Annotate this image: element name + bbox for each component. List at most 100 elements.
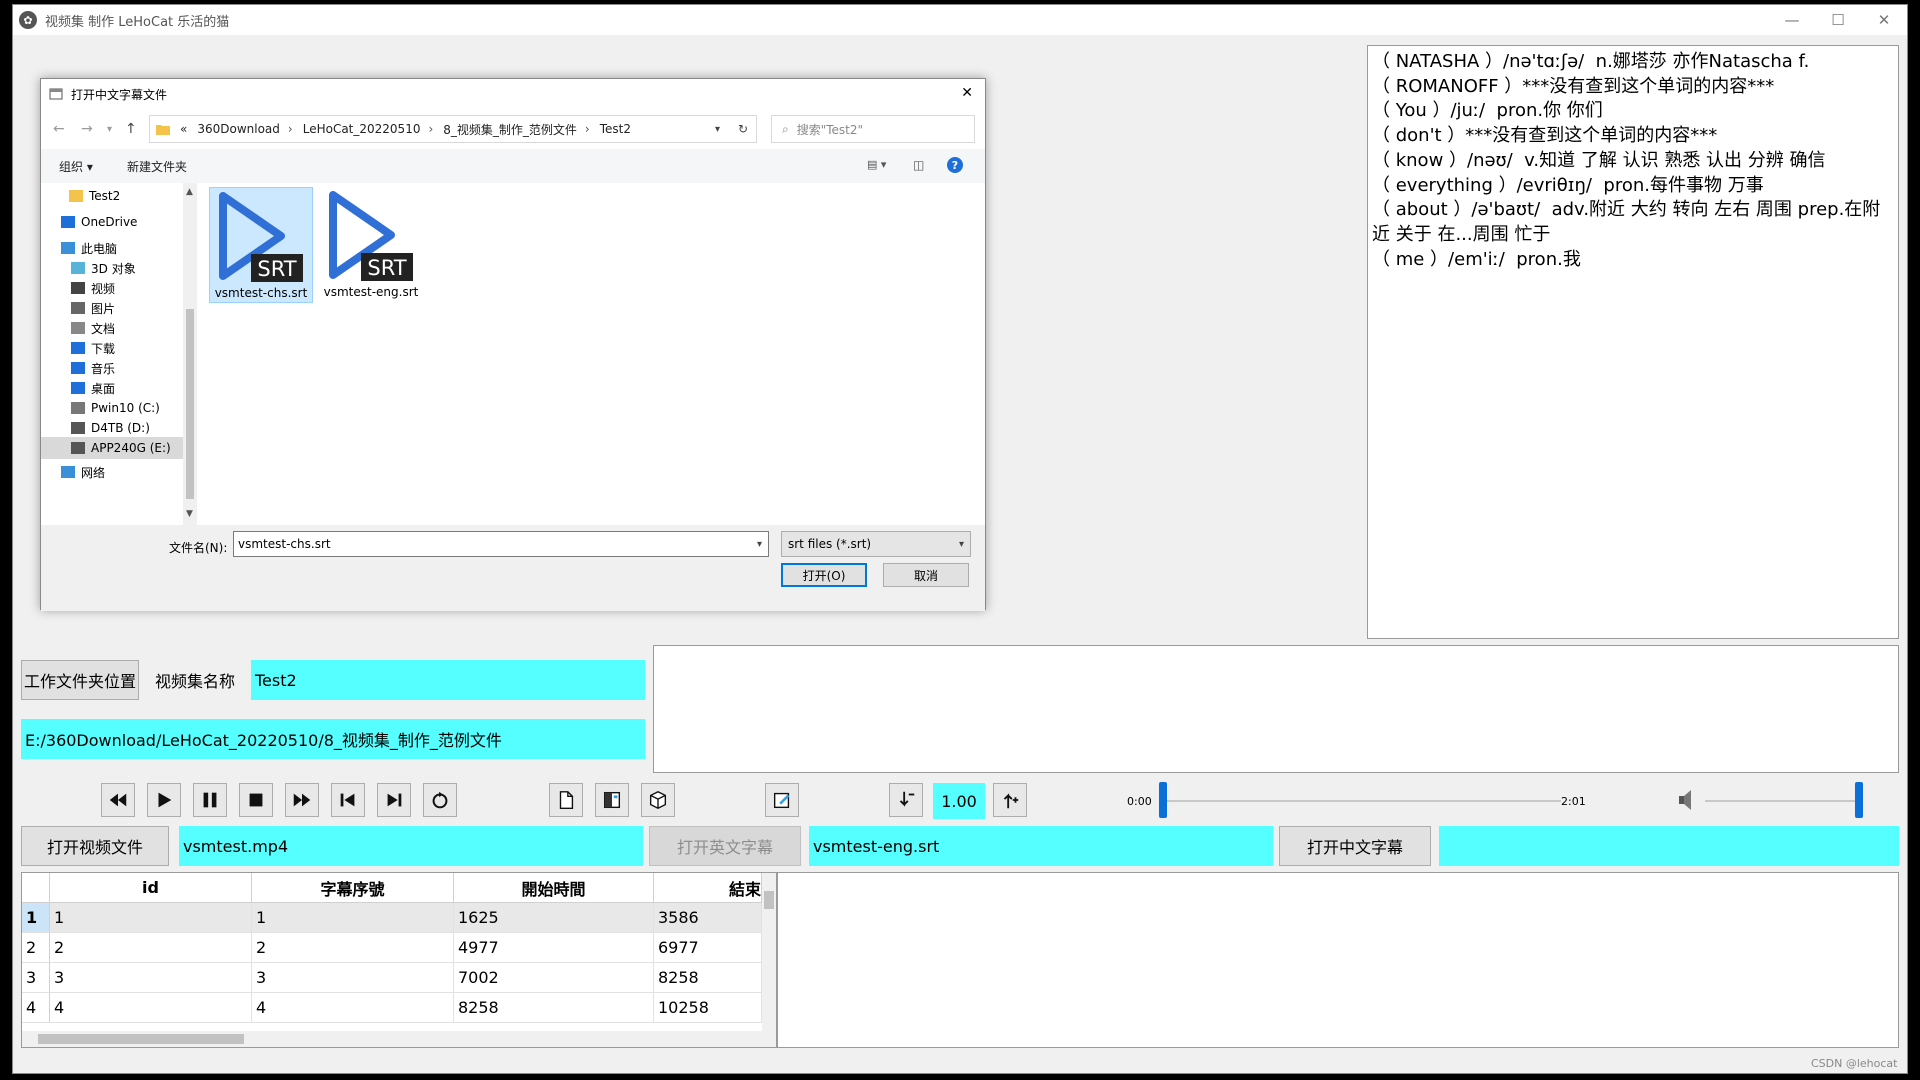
rewind-button[interactable] [101, 783, 135, 817]
table-cell[interactable]: 3 [252, 963, 454, 993]
table-cell[interactable]: 1 [50, 903, 252, 933]
table-cell[interactable]: 4 [50, 993, 252, 1023]
open-file-button[interactable] [595, 783, 629, 817]
repeat-button[interactable] [423, 783, 457, 817]
file-item[interactable]: SRT vsmtest-chs.srt [209, 187, 313, 303]
volume-slider-handle[interactable] [1855, 782, 1863, 818]
address-dropdown-icon[interactable]: ▾ [715, 124, 720, 135]
seek-slider-handle[interactable] [1159, 782, 1167, 818]
preview-pane-icon[interactable]: ◫ [913, 158, 924, 172]
table-cell[interactable]: 7002 [454, 963, 654, 993]
table-vscrollbar[interactable] [762, 873, 776, 1031]
speed-down-button[interactable] [889, 783, 923, 817]
help-icon[interactable]: ? [947, 157, 963, 173]
up-icon[interactable]: ↑ [125, 121, 137, 137]
address-bar[interactable]: « 360Download › LeHoCat_20220510 › 8_视频集… [149, 115, 757, 143]
filename-input[interactable]: vsmtest-chs.srt ▾ [233, 531, 769, 557]
dialog-cancel-button[interactable]: 取消 [883, 563, 969, 587]
fast-forward-button[interactable] [285, 783, 319, 817]
filename-dropdown-icon[interactable]: ▾ [757, 539, 762, 550]
file-list[interactable]: SRT vsmtest-chs.srt SRT vsmtest-eng.srt [203, 183, 985, 525]
nav-item[interactable]: 视频 [71, 277, 183, 299]
breadcrumb-item[interactable]: LeHoCat_20220510 [303, 122, 421, 136]
forward-icon[interactable]: → [81, 121, 93, 137]
back-icon[interactable]: ← [53, 121, 65, 137]
nav-item[interactable]: 下载 [71, 337, 183, 359]
row-header[interactable]: 4 [22, 993, 50, 1023]
column-header[interactable]: 開始時間 [454, 873, 654, 903]
package-button[interactable] [641, 783, 675, 817]
recent-chevron-icon[interactable]: ▾ [107, 124, 112, 135]
open-chs-subtitle-button[interactable]: 打开中文字幕 [1279, 826, 1431, 866]
pause-button[interactable] [193, 783, 227, 817]
table-hscroll-thumb[interactable] [38, 1034, 244, 1044]
nav-item[interactable]: APP240G (E:) [41, 437, 183, 459]
dialog-close-button[interactable]: ✕ [961, 85, 973, 101]
nav-item[interactable]: 图片 [71, 297, 183, 319]
file-item[interactable]: SRT vsmtest-eng.srt [319, 187, 423, 303]
breadcrumb-item[interactable]: 360Download [197, 122, 280, 136]
row-header[interactable]: 1 [22, 903, 50, 933]
volume-slider-track[interactable] [1705, 800, 1863, 802]
column-header[interactable]: 字幕序號 [252, 873, 454, 903]
scroll-down-icon[interactable]: ▼ [186, 509, 193, 519]
next-button[interactable] [377, 783, 411, 817]
nav-item[interactable]: 此电脑 [61, 237, 183, 259]
nav-item[interactable]: Pwin10 (C:) [71, 397, 183, 419]
filetype-select[interactable]: srt files (*.srt) ▾ [781, 531, 971, 557]
table-cell[interactable]: 6977 [654, 933, 762, 963]
seek-slider-track[interactable] [1161, 800, 1561, 802]
row-header[interactable]: 2 [22, 933, 50, 963]
workdir-button[interactable]: 工作文件夹位置 [21, 660, 139, 700]
edit-button[interactable] [765, 783, 799, 817]
table-cell[interactable]: 8258 [454, 993, 654, 1023]
speed-up-button[interactable] [993, 783, 1027, 817]
table-cell[interactable]: 4977 [454, 933, 654, 963]
view-options-icon[interactable]: ▤ ▾ [867, 158, 886, 171]
minimize-button[interactable]: — [1769, 5, 1815, 35]
subtitle-table[interactable]: id 字幕序號 開始時間 結束 1 1 1 1625 3586 2 2 2 49… [21, 872, 777, 1048]
new-folder-button[interactable]: 新建文件夹 [127, 158, 187, 175]
breadcrumb-item[interactable]: 8_视频集_制作_范例文件 [443, 121, 577, 138]
refresh-icon[interactable]: ↻ [738, 122, 748, 136]
nav-item[interactable]: 文档 [71, 317, 183, 339]
previous-button[interactable] [331, 783, 365, 817]
table-cell[interactable]: 2 [252, 933, 454, 963]
table-cell[interactable]: 3586 [654, 903, 762, 933]
table-cell[interactable]: 4 [252, 993, 454, 1023]
scroll-up-icon[interactable]: ▲ [186, 187, 193, 197]
nav-item[interactable]: 网络 [61, 461, 183, 483]
column-header[interactable]: 結束 [654, 873, 762, 903]
table-cell[interactable]: 8258 [654, 963, 762, 993]
close-button[interactable]: ✕ [1861, 5, 1907, 35]
subtitle-display-pane[interactable] [653, 645, 1899, 773]
nav-item[interactable]: D4TB (D:) [71, 417, 183, 439]
breadcrumb-item[interactable]: « [180, 122, 187, 136]
translation-pane[interactable] [777, 872, 1899, 1048]
play-button[interactable] [147, 783, 181, 817]
nav-item[interactable]: 3D 对象 [71, 257, 183, 279]
navigation-pane[interactable]: Test2 OneDrive 此电脑 3D 对象 视频 图片 文档 下载 音乐 桌面 Pwin10 … [41, 183, 197, 525]
table-cell[interactable]: 10258 [654, 993, 762, 1023]
nav-item[interactable]: 音乐 [71, 357, 183, 379]
nav-scroll-thumb[interactable] [186, 309, 194, 499]
dialog-open-button[interactable]: 打开(O) [781, 563, 867, 587]
table-cell[interactable]: 2 [50, 933, 252, 963]
open-eng-subtitle-button[interactable]: 打开英文字幕 [649, 826, 801, 866]
table-cell[interactable]: 3 [50, 963, 252, 993]
dictionary-pane[interactable]: （ NATASHA ）/nə'tɑːʃə/ n.娜塔莎 亦作Natascha f… [1367, 45, 1899, 639]
nav-item[interactable]: 桌面 [71, 377, 183, 399]
table-hscrollbar[interactable] [22, 1031, 776, 1047]
stop-button[interactable] [239, 783, 273, 817]
table-vscroll-thumb[interactable] [764, 891, 774, 909]
new-file-button[interactable] [549, 783, 583, 817]
breadcrumb-item[interactable]: Test2 [600, 122, 631, 136]
search-box[interactable]: ⌕ 搜索"Test2" [771, 115, 975, 143]
table-cell[interactable]: 1625 [454, 903, 654, 933]
path-field[interactable]: E:/360Download/LeHoCat_20220510/8_视频集_制作… [21, 719, 645, 759]
nav-item[interactable]: OneDrive [61, 211, 183, 233]
open-video-button[interactable]: 打开视频文件 [21, 826, 169, 866]
row-header[interactable]: 3 [22, 963, 50, 993]
video-file-field[interactable]: vsmtest.mp4 [179, 826, 643, 866]
table-cell[interactable]: 1 [252, 903, 454, 933]
